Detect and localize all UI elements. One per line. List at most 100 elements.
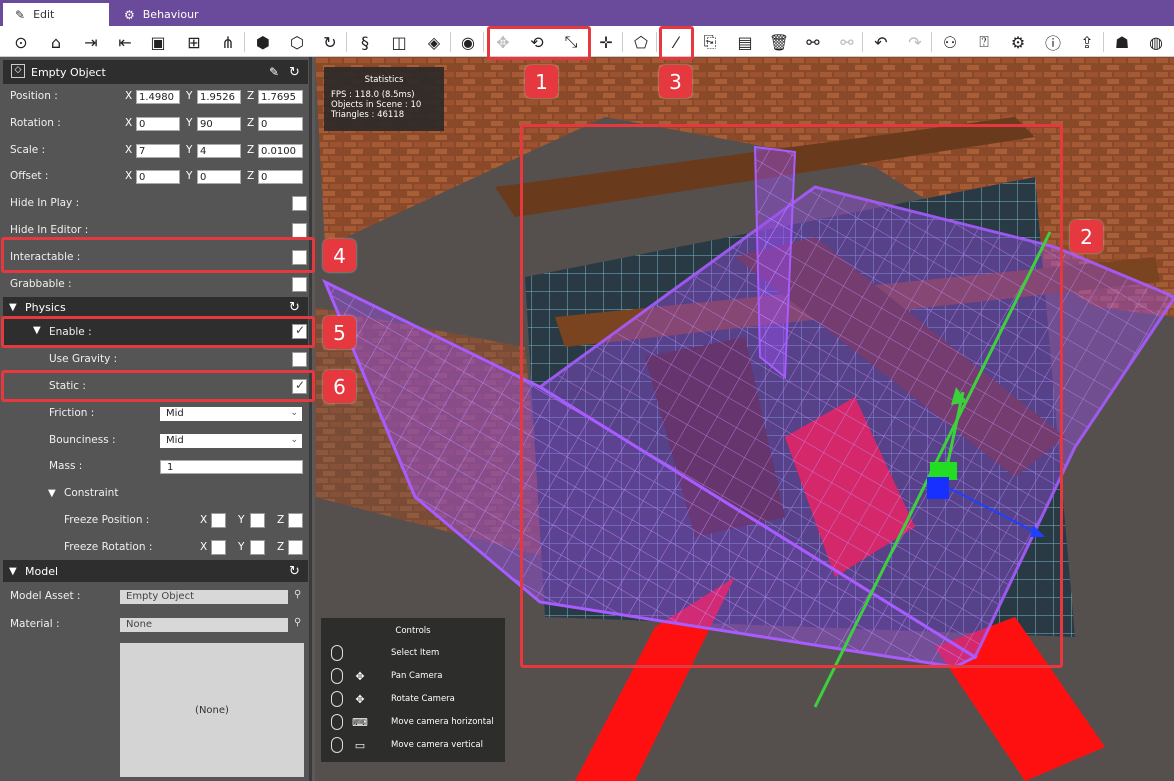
export-icon[interactable]: ⇤ [113,30,137,54]
cube-add-icon[interactable]: ◈ [422,30,446,54]
rotation-y-input[interactable]: 90 [197,117,241,131]
rotation-x-input[interactable]: 0 [136,117,180,131]
multi-cube-icon[interactable]: ⬡ [285,30,309,54]
tab-behaviour[interactable]: ⚙ Behaviour [112,3,232,26]
axis-z-label: Z [247,117,255,129]
triangles-count-text: Triangles : 46118 [331,110,405,120]
freeze-rotation-z-checkbox[interactable] [288,540,303,555]
control-label: Move camera horizontal [391,717,494,727]
model-asset-label: Model Asset : [10,590,81,602]
reset-icon[interactable]: ↻ [289,65,300,80]
model-asset-field[interactable]: Empty Object [120,590,288,604]
object-header: ◇ Empty Object ✎ ↻ [3,60,308,84]
delete-icon[interactable]: 🗑 [767,30,791,54]
freeze-position-z-checkbox[interactable] [288,513,303,528]
offset-z-input[interactable]: 0 [258,170,303,184]
axis-y-label: Y [186,117,193,129]
use-gravity-checkbox[interactable] [292,352,307,367]
share-icon[interactable]: ⚇ [938,30,962,54]
physics-header[interactable]: ▼ Physics ↻ [3,297,308,317]
controls-title: Controls [395,626,431,636]
toolbar-separator [931,32,932,52]
logo-icon[interactable]: ◍ [1144,30,1168,54]
bounciness-select[interactable]: Mid ⌄ [160,434,302,448]
rotate-cube-icon[interactable]: ⬠ [629,30,653,54]
use-gravity-row: Use Gravity : [0,346,309,373]
highlight-transform-tools [487,26,591,60]
upload-icon[interactable]: ⇪ [1075,30,1099,54]
offset-label: Offset : [10,170,49,182]
eye-icon[interactable]: ◉ [456,30,480,54]
info-icon[interactable]: ⓘ [1041,30,1065,54]
hide-in-play-checkbox[interactable] [292,196,307,211]
position-z-input[interactable]: 1.7695 [258,90,303,104]
control-row: Select Item [331,642,439,664]
hide-in-editor-checkbox[interactable] [292,223,307,238]
reset-icon[interactable]: ↻ [289,564,300,579]
home-icon[interactable]: ⌂ [44,30,68,54]
cube-icon[interactable]: ⬢ [251,30,275,54]
search-icon[interactable]: ⚲ [294,589,301,600]
annotation-badge-2: 2 [1070,220,1103,253]
chevron-down-icon: ⌄ [290,435,298,445]
hide-in-play-label: Hide In Play : [10,197,80,209]
rotation-z-input[interactable]: 0 [258,117,303,131]
grabbable-checkbox[interactable] [292,277,307,292]
axis-x-label: X [125,170,133,182]
position-y-input[interactable]: 1.9526 [197,90,241,104]
move-axis-icon[interactable]: ✛ [594,30,618,54]
mouse-help-icon[interactable]: ⍰ [972,30,996,54]
scale-z-input[interactable]: 0.0100 [258,144,303,158]
axis-y-label: Y [238,541,245,553]
arrow-keys-icon: ⌨ [352,715,368,729]
cube-list-icon[interactable]: ◫ [387,30,411,54]
reset-icon[interactable]: ↻ [289,300,300,315]
annotation-badge-3: 3 [659,65,692,98]
scale-x-input[interactable]: 7 [136,144,180,158]
freeze-position-y-checkbox[interactable] [250,513,265,528]
freeze-rotation-y-checkbox[interactable] [250,540,265,555]
highlight-interactable-row [1,237,315,273]
material-field[interactable]: None [120,618,288,632]
redo-icon[interactable]: ↷ [903,30,927,54]
rename-icon[interactable]: ✎ [269,65,279,79]
search-icon[interactable]: ⚲ [294,617,301,628]
mouse-icon [331,737,343,753]
tab-edit[interactable]: ✎ Edit [3,3,109,26]
material-preview[interactable]: (None) [120,643,304,777]
axis-x-label: X [200,541,208,553]
axis-x-label: X [125,117,133,129]
collapse-arrow-icon: ▼ [9,301,17,313]
control-row: ⌨ Move camera horizontal [331,711,494,733]
users-icon[interactable]: ☗ [1110,30,1134,54]
grabbable-row: Grabbable : [0,271,309,298]
grabbable-label: Grabbable : [10,278,72,290]
import-icon[interactable]: ⇥ [79,30,103,54]
offset-y-input[interactable]: 0 [197,170,241,184]
hierarchy-icon[interactable]: ⋔ [216,30,240,54]
settings-icon[interactable]: ⚙ [1006,30,1030,54]
unlink-icon[interactable]: ⚯ [835,30,859,54]
script-icon[interactable]: § [353,30,377,54]
save-as-icon[interactable]: ⊞ [182,30,206,54]
link-icon[interactable]: ⚯ [801,30,825,54]
toolbar-separator [483,32,484,52]
spacebar-icon: ▭ [354,738,366,752]
offset-x-input[interactable]: 0 [136,170,180,184]
undo-icon[interactable]: ↶ [869,30,893,54]
freeze-position-x-checkbox[interactable] [211,513,226,528]
axis-z-label: Z [277,541,285,553]
copy-icon[interactable]: ⎘ [698,30,722,54]
toolbar-separator [346,32,347,52]
rotate-object-icon[interactable]: ↻ [318,30,342,54]
model-header[interactable]: ▼ Model ↻ [3,560,308,582]
freeze-rotation-x-checkbox[interactable] [211,540,226,555]
save-icon[interactable]: ▣ [146,30,170,54]
constraint-row[interactable]: ▼ Constraint [0,480,309,507]
scale-y-input[interactable]: 4 [197,144,241,158]
friction-select[interactable]: Mid ⌄ [160,407,302,421]
play-icon[interactable]: ⊙ [9,30,33,54]
mass-input[interactable]: 1 [160,460,303,474]
paste-icon[interactable]: ▤ [733,30,757,54]
position-x-input[interactable]: 1.4980 [136,90,180,104]
